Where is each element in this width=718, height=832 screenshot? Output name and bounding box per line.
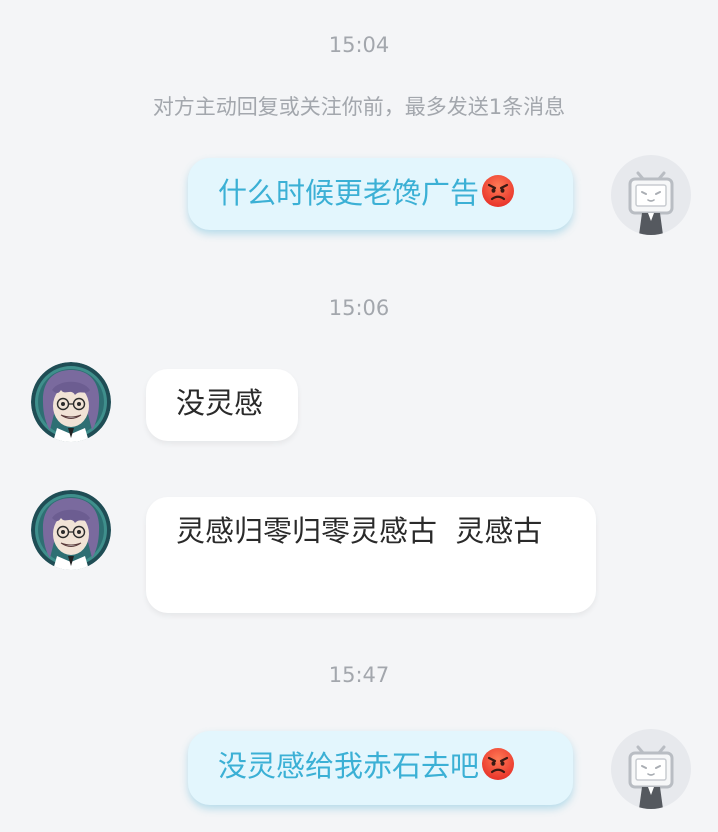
avatar[interactable] <box>31 490 111 570</box>
timestamp: 15:47 <box>328 663 390 687</box>
avatar[interactable] <box>611 155 691 235</box>
message-text: 灵感归零归零灵感古 灵感古 <box>176 514 543 548</box>
anime-character-avatar-icon <box>31 362 111 442</box>
timestamp: 15:04 <box>328 33 390 57</box>
message-limit-notice: 对方主动回复或关注你前，最多发送1条消息 <box>152 95 566 119</box>
timestamp: 15:06 <box>328 296 390 320</box>
outgoing-message-bubble[interactable]: 没灵感给我赤石去吧 <box>188 731 573 805</box>
message-text: 什么时候更老馋广告 <box>218 176 480 210</box>
incoming-message-bubble[interactable]: 没灵感 <box>146 369 298 441</box>
angry-face-icon <box>481 174 515 208</box>
avatar[interactable] <box>611 729 691 809</box>
bilibili-tv-icon <box>611 155 691 235</box>
angry-face-icon <box>481 747 515 781</box>
message-text: 没灵感 <box>176 386 264 420</box>
message-text: 没灵感给我赤石去吧 <box>218 749 480 783</box>
outgoing-message-bubble[interactable]: 什么时候更老馋广告 <box>188 158 573 230</box>
incoming-message-bubble[interactable]: 灵感归零归零灵感古 灵感古 <box>146 497 596 613</box>
avatar[interactable] <box>31 362 111 442</box>
anime-character-avatar-icon <box>31 490 111 570</box>
bilibili-tv-icon <box>611 729 691 809</box>
